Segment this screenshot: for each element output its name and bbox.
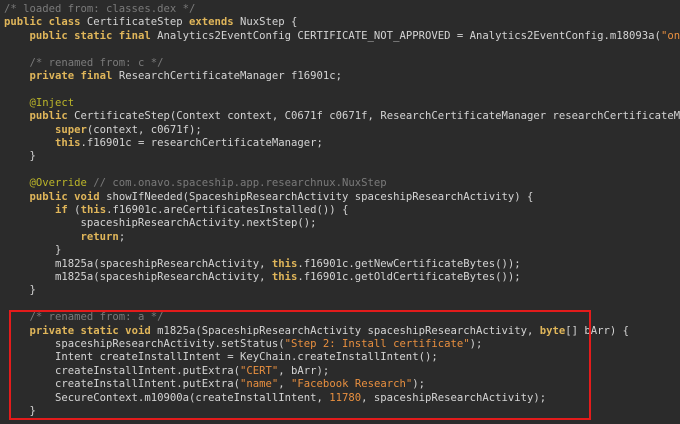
code-token: "onv_research" bbox=[660, 29, 680, 42]
code-token: CertificateStep bbox=[86, 16, 189, 29]
code-token: spaceshipResearchActivity.nextStep(); bbox=[4, 217, 317, 230]
code-token: // com.onavo.spaceship.app.researchnux.N… bbox=[93, 177, 387, 190]
code-line: } bbox=[4, 283, 36, 297]
code-line: @Inject bbox=[4, 96, 75, 110]
code-token: this bbox=[271, 257, 298, 270]
code-token: if bbox=[55, 204, 75, 216]
code-line: @Override // com.onavo.spaceship.app.res… bbox=[4, 176, 387, 190]
code-token: ResearchCertificateManager f16901c; bbox=[118, 70, 343, 82]
code-token: /* renamed from: c */ bbox=[29, 56, 164, 69]
code-token: .f16901c.getOldCertificateBytes()); bbox=[297, 271, 521, 283]
code-token: .f16901c.getNewCertificateBytes()); bbox=[297, 257, 521, 270]
code-token: CertificateStep(Context context, C0671f … bbox=[74, 110, 680, 123]
code-line: } bbox=[4, 149, 36, 163]
code-line: super(context, c0671f); bbox=[4, 123, 202, 137]
code-token: extends bbox=[188, 16, 241, 29]
code-token: } bbox=[4, 244, 62, 257]
code-token: (context, c0671f); bbox=[86, 123, 202, 136]
code-token: m1825a(spaceshipResearchActivity, bbox=[4, 257, 272, 270]
code-line: if (this.f16901c.areCertificatesInstalle… bbox=[4, 203, 348, 217]
code-token: return bbox=[80, 230, 119, 243]
code-token: this bbox=[55, 137, 81, 149]
code-token: NuxStep { bbox=[240, 16, 298, 29]
code-line: public class CertificateStep extends Nux… bbox=[4, 15, 297, 29]
code-token: public bbox=[29, 110, 75, 123]
code-line: /* loaded from: classes.dex */ bbox=[4, 2, 195, 16]
code-token: .f16901c = researchCertificateManager; bbox=[80, 137, 323, 149]
code-token: Analytics2EventConfig CERTIFICATE_NOT_AP… bbox=[157, 29, 661, 42]
code-line: public static final Analytics2EventConfi… bbox=[4, 29, 680, 43]
code-line: return; bbox=[4, 230, 126, 244]
code-token: } bbox=[4, 150, 36, 163]
code-line: m1825a(spaceshipResearchActivity, this.f… bbox=[4, 257, 521, 271]
code-line: m1825a(spaceshipResearchActivity, this.f… bbox=[4, 270, 521, 284]
code-token: /* loaded from: classes.dex */ bbox=[4, 3, 196, 15]
code-line: /* renamed from: c */ bbox=[4, 56, 164, 70]
code-line: private final ResearchCertificateManager… bbox=[4, 69, 343, 83]
code-token: private final bbox=[29, 70, 119, 82]
code-token: public static final bbox=[29, 29, 158, 42]
code-line: this.f16901c = researchCertificateManage… bbox=[4, 136, 323, 150]
highlight-box bbox=[9, 310, 591, 420]
code-token: .f16901c.areCertificatesInstalled()) { bbox=[106, 204, 349, 216]
code-token: @Override bbox=[29, 177, 94, 190]
code-line: spaceshipResearchActivity.nextStep(); bbox=[4, 216, 317, 230]
code-line: public CertificateStep(Context context, … bbox=[4, 109, 680, 123]
code-token: ; bbox=[118, 230, 126, 243]
code-token: showIfNeeded(SpaceshipResearchActivity s… bbox=[106, 190, 534, 203]
code-token: } bbox=[4, 284, 36, 297]
code-line: public void showIfNeeded(SpaceshipResear… bbox=[4, 190, 534, 204]
code-line: } bbox=[4, 243, 61, 257]
code-token: public void bbox=[29, 190, 107, 203]
code-token: @Inject bbox=[29, 96, 75, 109]
code-token: m1825a(spaceshipResearchActivity, bbox=[4, 271, 272, 283]
code-token: this bbox=[271, 271, 298, 283]
code-token: this bbox=[80, 204, 107, 216]
code-token: super bbox=[55, 123, 87, 136]
code-token: public class bbox=[4, 16, 87, 29]
